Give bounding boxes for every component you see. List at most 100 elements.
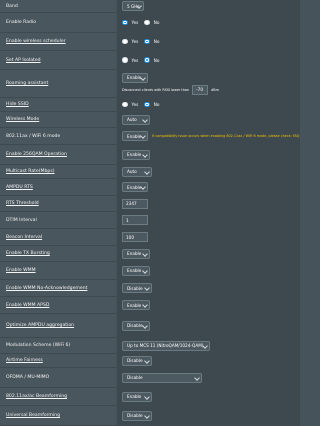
802-11ax-wifi-6-mode-select[interactable]: Enable	[122, 131, 148, 141]
rts-threshold-input[interactable]: 2347	[122, 198, 148, 209]
multicast-rate-mbps-select[interactable]: Auto	[122, 166, 152, 177]
airtime-fairness-select[interactable]: Disable	[122, 355, 152, 366]
setting-control: Up to MCS 11 (NitroQAM/1024-QAM)	[122, 338, 210, 353]
setting-label-rts-threshold[interactable]: RTS Threshold	[0, 196, 116, 211]
setting-label-universal-beamforming[interactable]: Universal Beamforming	[0, 406, 116, 425]
setting-row-optimize-ampdu-aggregation: Optimize AMPDU aggregation Disable	[0, 314, 300, 338]
setting-value-cell: Enable	[117, 388, 300, 405]
802-11ax-ac-beamforming-select[interactable]: Enable	[122, 391, 152, 402]
setting-label-modulation-scheme-wifi-6: Modulation Scheme (WiFi 6)	[0, 338, 116, 353]
chevron-down-icon	[140, 133, 146, 139]
setting-control: 2347	[122, 196, 148, 211]
setting-value-cell: 100	[117, 229, 300, 245]
ampdu-rts-select[interactable]: Enable	[122, 182, 148, 192]
modulation-scheme-wifi-6-select[interactable]: Up to MCS 11 (NitroQAM/1024-QAM)	[122, 340, 210, 351]
chevron-down-icon	[142, 151, 148, 158]
setting-row-ampdu-rts: AMPDU RTS Enable	[0, 179, 300, 196]
chevron-down-icon	[140, 184, 146, 190]
optimize-ampdu-aggregation-select[interactable]: Disable	[122, 320, 150, 331]
beacon-interval-input[interactable]: 100	[122, 232, 148, 242]
setting-label-enable-256qam-operation[interactable]: Enable 256QAM Operation	[0, 145, 116, 164]
setting-row-modulation-scheme-wifi-6: Modulation Scheme (WiFi 6) Up to MCS 11 (…	[0, 338, 300, 354]
setting-label-ampdu-rts[interactable]: AMPDU RTS	[0, 179, 116, 195]
enable-radio-radio-yes[interactable]	[122, 19, 128, 26]
setting-row-802-11ax-ac-beamforming: 802.11ax/ac Beamforming Enable	[0, 388, 300, 406]
radio-label-yes: Yes	[131, 57, 139, 63]
setting-control: Enable	[122, 145, 150, 164]
setting-value-cell: Yes No	[117, 33, 300, 50]
setting-label-enable-wmm-no-acknowledgement[interactable]: Enable WMM No-Acknowledgement	[0, 280, 116, 296]
chevron-down-icon	[136, 3, 142, 9]
chevron-down-icon	[144, 412, 150, 419]
setting-control: Enable	[122, 262, 150, 279]
enable-wmm-no-acknowledgement-select[interactable]: Disable	[122, 283, 152, 293]
setting-control: Disable	[122, 368, 202, 387]
setting-value-cell: Disable	[117, 280, 300, 296]
chevron-down-icon	[142, 116, 148, 123]
setting-value-cell: Auto	[117, 165, 300, 178]
setting-control: Enable	[122, 297, 150, 313]
setting-label-802-11ax-wifi-6-mode: 802.11ax / WiFi 6 mode	[0, 128, 116, 144]
setting-control: Disable	[122, 280, 152, 296]
setting-row-multicast-rate-mbps: Multicast Rate(Mbps) Auto	[0, 165, 300, 179]
setting-label-hide-ssid[interactable]: Hide SSID	[0, 98, 116, 111]
setting-label-enable-wireless-scheduler[interactable]: Enable wireless scheduler	[0, 33, 116, 50]
set-ap-isolated-radio-no[interactable]	[144, 57, 150, 63]
roaming-assistant-select[interactable]: Enable	[122, 72, 148, 83]
enable-wmm-apsd-select[interactable]: Enable	[122, 300, 150, 310]
set-ap-isolated-radio-yes[interactable]	[122, 57, 128, 63]
setting-label-enable-tx-bursting[interactable]: Enable TX Bursting	[0, 246, 116, 261]
enable-tx-bursting-select[interactable]: Enable	[122, 248, 150, 259]
setting-row-enable-256qam-operation: Enable 256QAM Operation Enable	[0, 145, 300, 165]
chevron-down-icon	[140, 74, 146, 81]
chevron-down-icon	[144, 357, 150, 364]
setting-label-802-11ax-ac-beamforming[interactable]: 802.11ax/ac Beamforming	[0, 388, 116, 405]
setting-value-cell: Enable If compatibility issue occurs when…	[117, 128, 300, 144]
chevron-down-icon	[142, 267, 148, 274]
setting-label-optimize-ampdu-aggregation[interactable]: Optimize AMPDU aggregation	[0, 314, 116, 337]
setting-label-multicast-rate-mbps[interactable]: Multicast Rate(Mbps)	[0, 165, 116, 178]
setting-control: Disable	[122, 354, 152, 367]
radio-label-no: No	[153, 20, 160, 25]
hide-ssid-radio-no[interactable]	[144, 101, 150, 108]
band-select[interactable]: 5 GHz	[122, 1, 144, 11]
radio-label-yes: Yes	[131, 102, 139, 107]
compatibility-warning-text: If compatibility issue occurs when enabl…	[152, 134, 300, 138]
setting-row-wireless-mode: Wireless Mode Auto	[0, 112, 300, 128]
chevron-down-icon	[142, 250, 148, 257]
setting-label-beacon-interval[interactable]: Beacon Interval	[0, 229, 116, 245]
chevron-down-icon	[142, 302, 148, 308]
setting-label-airtime-fairness[interactable]: Airtime Fairness	[0, 354, 116, 367]
setting-control: 100	[122, 229, 148, 245]
setting-value-cell: 1	[117, 212, 300, 228]
enable-radio-radio-no[interactable]	[144, 19, 150, 26]
setting-label-wireless-mode[interactable]: Wireless Mode	[0, 112, 116, 127]
enable-256qam-operation-select[interactable]: Enable	[122, 149, 150, 160]
universal-beamforming-select[interactable]: Disable	[122, 410, 152, 421]
setting-label-enable-wmm[interactable]: Enable WMM	[0, 262, 116, 279]
hide-ssid-radio-yes[interactable]	[122, 101, 128, 108]
setting-value-cell: 5 GHz	[117, 0, 300, 12]
setting-label-set-ap-isolated[interactable]: Set AP Isolated	[0, 51, 116, 69]
setting-control: Yes No	[122, 13, 161, 32]
setting-control: Enable	[122, 388, 152, 405]
enable-wmm-select[interactable]: Enable	[122, 265, 150, 276]
chevron-down-icon	[202, 342, 208, 349]
setting-label-band: Band	[0, 0, 116, 12]
rssi-threshold-line: Disconnect clients with RSSI lower than -…	[122, 84, 219, 95]
setting-control: Enable	[122, 179, 148, 195]
dtim-interval-input[interactable]: 1	[122, 215, 148, 225]
setting-label-enable-wmm-apsd[interactable]: Enable WMM APSD	[0, 297, 116, 313]
rssi-threshold-input[interactable]: -70	[192, 84, 209, 95]
setting-control: Enable If compatibility issue occurs when…	[122, 128, 299, 144]
setting-control: Yes No	[122, 51, 161, 69]
setting-label-roaming-assistant[interactable]: Roaming assistant	[0, 70, 116, 97]
ofdma-mu-mimo-select[interactable]: Disable	[122, 372, 202, 383]
enable-wireless-scheduler-radio-yes[interactable]	[122, 38, 128, 45]
setting-label-dtim-interval: DTIM Interval	[0, 212, 116, 228]
radio-label-no: No	[153, 39, 160, 44]
enable-wireless-scheduler-radio-no[interactable]	[144, 38, 150, 45]
setting-row-universal-beamforming: Universal Beamforming Disable	[0, 406, 300, 426]
setting-row-beacon-interval: Beacon Interval 100	[0, 229, 300, 246]
wireless-mode-select[interactable]: Auto	[122, 114, 150, 125]
